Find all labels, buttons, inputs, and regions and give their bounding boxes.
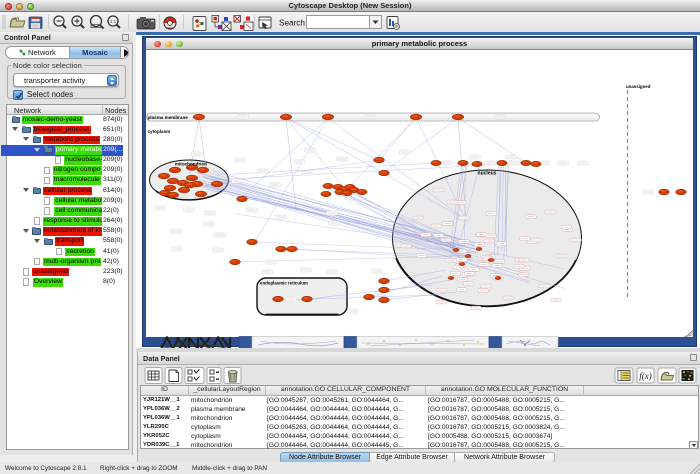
svg-text:nucleus: nucleus [478,170,497,176]
svg-text:f(x): f(x) [639,371,652,381]
svg-text:plasma membrane: plasma membrane [148,115,189,120]
svg-text:unassigned: unassigned [626,84,651,89]
svg-text:cytoplasm: cytoplasm [148,129,171,134]
svg-text:endoplasmic reticulum: endoplasmic reticulum [260,280,308,285]
svg-text:Search:: Search: [279,19,307,28]
svg-text:mitochondrion: mitochondrion [175,161,207,166]
